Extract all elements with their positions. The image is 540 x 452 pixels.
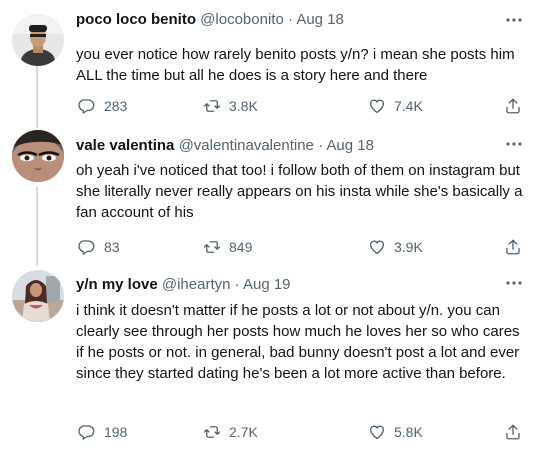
retweet-icon [203, 241, 221, 253]
like-icon [369, 240, 385, 255]
avatar[interactable] [12, 14, 64, 66]
tweet-header: poco loco benito @locobonito · Aug 18 [76, 10, 344, 30]
avatar[interactable] [12, 130, 64, 182]
reply-button[interactable]: 283 [78, 96, 127, 116]
share-button[interactable] [504, 422, 522, 442]
reply-count: 198 [104, 424, 128, 440]
retweet-button[interactable]: 2.7K [203, 422, 258, 442]
tweet-actions: 283 3.8K 7.4K [76, 96, 528, 116]
reply-count: 83 [104, 239, 120, 255]
timestamp[interactable]: Aug 18 [296, 11, 344, 28]
retweet-icon [203, 100, 221, 112]
like-icon [369, 425, 385, 440]
like-count: 7.4K [394, 98, 423, 114]
tweet[interactable]: poco loco benito @locobonito · Aug 18 yo… [0, 10, 540, 130]
retweet-count: 3.8K [229, 98, 258, 114]
share-icon [506, 424, 520, 440]
like-button[interactable]: 3.9K [368, 237, 423, 257]
retweet-icon [203, 426, 221, 438]
more-icon[interactable] [504, 12, 524, 28]
timestamp[interactable]: Aug 19 [243, 276, 291, 293]
username[interactable]: @locobonito [200, 11, 284, 28]
separator: · [318, 137, 324, 154]
retweet-button[interactable]: 849 [203, 237, 252, 257]
more-icon[interactable] [504, 275, 524, 291]
username[interactable]: @valentinavalentine [179, 137, 314, 154]
tweet-text: you ever notice how rarely benito posts … [76, 46, 515, 84]
more-icon[interactable] [504, 136, 524, 152]
tweet-actions: 83 849 3.9K [76, 237, 528, 257]
username[interactable]: @iheartyn [162, 276, 231, 293]
like-button[interactable]: 7.4K [368, 96, 423, 116]
reply-button[interactable]: 83 [78, 237, 120, 257]
separator: · [234, 276, 240, 293]
tweet-actions: 198 2.7K 5.8K [76, 422, 528, 442]
timestamp[interactable]: Aug 18 [326, 137, 374, 154]
tweet[interactable]: y/n my love @iheartyn · Aug 19 i think i… [0, 270, 540, 452]
retweet-count: 2.7K [229, 424, 258, 440]
like-count: 3.9K [394, 239, 423, 255]
share-icon [506, 239, 520, 255]
retweet-count: 849 [229, 239, 253, 255]
like-button[interactable]: 5.8K [368, 422, 423, 442]
reply-count: 283 [104, 98, 128, 114]
share-button[interactable] [504, 96, 522, 116]
display-name[interactable]: poco loco benito [76, 11, 196, 28]
tweet-header: vale valentina @valentinavalentine · Aug… [76, 136, 374, 156]
tweet-text: oh yeah i've noticed that too! i follow … [76, 162, 523, 221]
reply-icon [78, 425, 95, 440]
reply-icon [78, 240, 95, 255]
tweet[interactable]: vale valentina @valentinavalentine · Aug… [0, 130, 540, 265]
separator: · [287, 11, 293, 28]
share-icon [506, 98, 520, 114]
tweet-header: y/n my love @iheartyn · Aug 19 [76, 275, 291, 295]
like-count: 5.8K [394, 424, 423, 440]
reply-button[interactable]: 198 [78, 422, 127, 442]
like-icon [369, 99, 385, 114]
reply-icon [78, 99, 95, 114]
display-name[interactable]: y/n my love [76, 276, 158, 293]
retweet-button[interactable]: 3.8K [203, 96, 258, 116]
tweet-text: i think it doesn't matter if he posts a … [76, 302, 520, 382]
avatar[interactable] [12, 270, 64, 322]
display-name[interactable]: vale valentina [76, 137, 174, 154]
share-button[interactable] [504, 237, 522, 257]
